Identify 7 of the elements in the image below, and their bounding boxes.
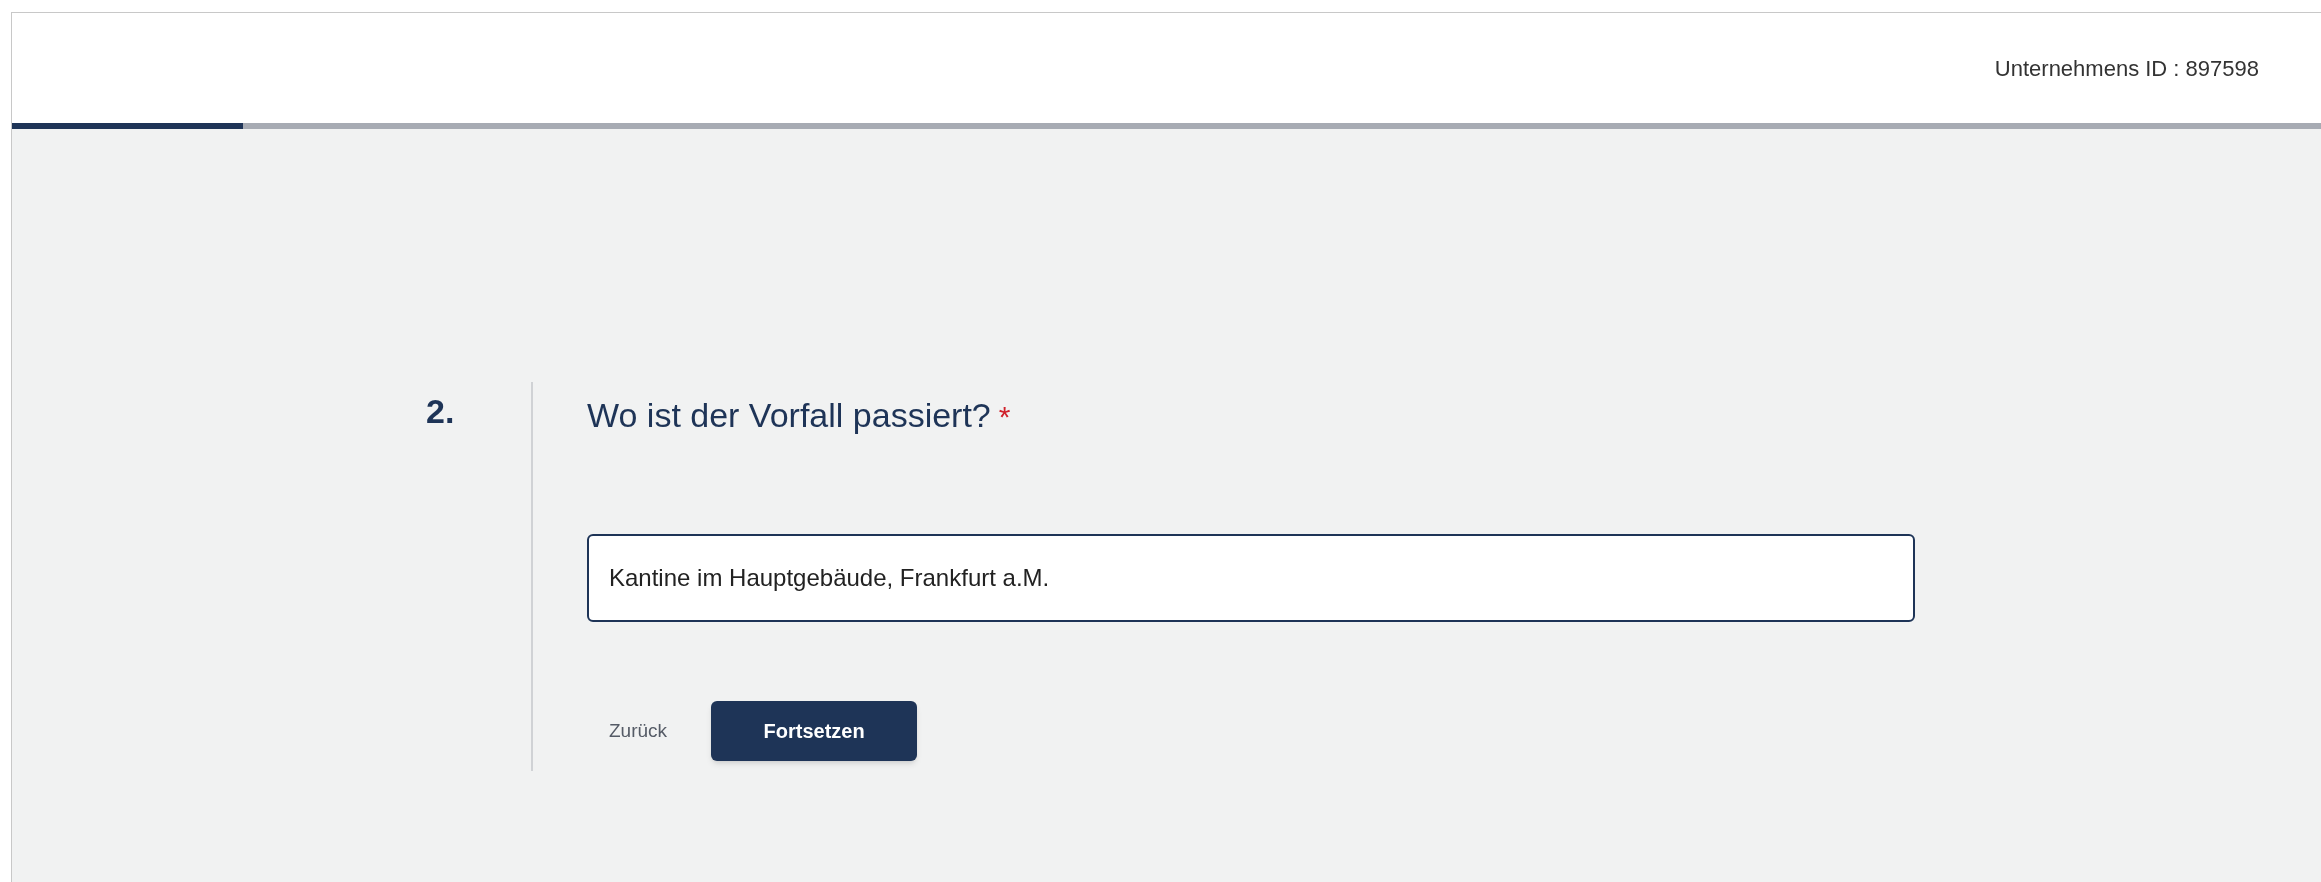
company-id: Unternehmens ID : 897598 <box>1994 54 2259 83</box>
continue-button[interactable]: Fortsetzen <box>711 701 918 761</box>
answer-field[interactable]: Kantine im Hauptgebäude, Frankfurt a.M. <box>587 534 1915 622</box>
question-title: Wo ist der Vorfall passiert? <box>587 395 991 436</box>
question-number: 2. <box>426 392 455 430</box>
required-mark: * <box>998 399 1011 435</box>
back-button[interactable]: Zurück <box>599 701 678 761</box>
